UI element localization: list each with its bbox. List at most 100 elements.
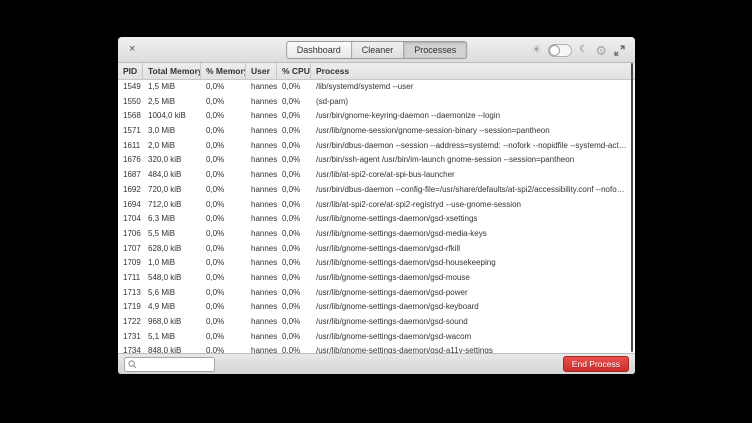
cell-total-memory: 2,0 MiB bbox=[143, 139, 201, 154]
table-row[interactable]: 1611 2,0 MiB 0,0% hannes 0,0% /usr/bin/d… bbox=[118, 139, 635, 154]
cell-cpu-percent: 0,0% bbox=[277, 183, 311, 198]
table-row[interactable]: 1706 5,5 MiB 0,0% hannes 0,0% /usr/lib/g… bbox=[118, 227, 635, 242]
table-row[interactable]: 1709 1,0 MiB 0,0% hannes 0,0% /usr/lib/g… bbox=[118, 256, 635, 271]
theme-toggle-switch[interactable] bbox=[548, 44, 572, 57]
process-search-field[interactable] bbox=[124, 357, 215, 372]
cell-process: /usr/lib/gnome-settings-daemon/gsd-house… bbox=[311, 256, 635, 271]
tab-cleaner[interactable]: Cleaner bbox=[352, 42, 405, 58]
table-row[interactable]: 1731 5,1 MiB 0,0% hannes 0,0% /usr/lib/g… bbox=[118, 330, 635, 345]
table-row[interactable]: 1711 548,0 kiB 0,0% hannes 0,0% /usr/lib… bbox=[118, 271, 635, 286]
end-process-button[interactable]: End Process bbox=[563, 356, 629, 372]
cell-cpu-percent: 0,0% bbox=[277, 256, 311, 271]
table-row[interactable]: 1713 5,6 MiB 0,0% hannes 0,0% /usr/lib/g… bbox=[118, 286, 635, 301]
column-header-user[interactable]: User bbox=[246, 63, 277, 79]
cell-total-memory: 1004,0 kiB bbox=[143, 109, 201, 124]
cell-process: /usr/lib/gnome-settings-daemon/gsd-xsett… bbox=[311, 212, 635, 227]
cell-total-memory: 320,0 kiB bbox=[143, 153, 201, 168]
cell-user: hannes bbox=[246, 271, 277, 286]
column-header-cpu-percent[interactable]: % CPU bbox=[277, 63, 311, 79]
cell-process: (sd-pam) bbox=[311, 95, 635, 110]
cell-cpu-percent: 0,0% bbox=[277, 227, 311, 242]
cell-process: /usr/lib/gnome-settings-daemon/gsd-keybo… bbox=[311, 300, 635, 315]
cell-process: /usr/lib/gnome-session/gnome-session-bin… bbox=[311, 124, 635, 139]
cell-mem-percent: 0,0% bbox=[201, 227, 246, 242]
cell-user: hannes bbox=[246, 242, 277, 257]
desktop-background: × Dashboard Cleaner Processes ☀ ☾ ⚙ bbox=[0, 0, 752, 423]
cell-cpu-percent: 0,0% bbox=[277, 139, 311, 154]
cell-cpu-percent: 0,0% bbox=[277, 168, 311, 183]
cell-user: hannes bbox=[246, 124, 277, 139]
table-row[interactable]: 1692 720,0 kiB 0,0% hannes 0,0% /usr/bin… bbox=[118, 183, 635, 198]
cell-total-memory: 484,0 kiB bbox=[143, 168, 201, 183]
toggle-knob bbox=[549, 45, 560, 56]
table-row[interactable]: 1550 2,5 MiB 0,0% hannes 0,0% (sd-pam) bbox=[118, 95, 635, 110]
settings-gear-button[interactable]: ⚙ bbox=[595, 44, 607, 57]
table-row[interactable]: 1707 628,0 kiB 0,0% hannes 0,0% /usr/lib… bbox=[118, 242, 635, 257]
table-row[interactable]: 1687 484,0 kiB 0,0% hannes 0,0% /usr/lib… bbox=[118, 168, 635, 183]
table-row[interactable]: 1676 320,0 kiB 0,0% hannes 0,0% /usr/bin… bbox=[118, 153, 635, 168]
vertical-scrollbar[interactable] bbox=[631, 63, 633, 352]
cell-pid: 1676 bbox=[118, 153, 143, 168]
cell-user: hannes bbox=[246, 344, 277, 353]
search-input[interactable] bbox=[140, 360, 210, 369]
cell-total-memory: 1,0 MiB bbox=[143, 256, 201, 271]
table-row[interactable]: 1694 712,0 kiB 0,0% hannes 0,0% /usr/lib… bbox=[118, 198, 635, 213]
cell-user: hannes bbox=[246, 139, 277, 154]
cell-cpu-percent: 0,0% bbox=[277, 124, 311, 139]
cell-process: /usr/lib/gnome-settings-daemon/gsd-rfkil… bbox=[311, 242, 635, 257]
headerbar: × Dashboard Cleaner Processes ☀ ☾ ⚙ bbox=[118, 37, 635, 63]
cell-cpu-percent: 0,0% bbox=[277, 344, 311, 353]
cell-cpu-percent: 0,0% bbox=[277, 80, 311, 95]
cell-pid: 1550 bbox=[118, 95, 143, 110]
cell-total-memory: 2,5 MiB bbox=[143, 95, 201, 110]
tab-dashboard[interactable]: Dashboard bbox=[287, 42, 352, 58]
table-row[interactable]: 1722 968,0 kiB 0,0% hannes 0,0% /usr/lib… bbox=[118, 315, 635, 330]
cell-pid: 1687 bbox=[118, 168, 143, 183]
cell-pid: 1719 bbox=[118, 300, 143, 315]
cell-total-memory: 548,0 kiB bbox=[143, 271, 201, 286]
cell-process: /usr/bin/dbus-daemon --session --address… bbox=[311, 139, 635, 154]
cell-pid: 1549 bbox=[118, 80, 143, 95]
column-header-total-memory[interactable]: Total Memory bbox=[143, 63, 201, 79]
cell-user: hannes bbox=[246, 153, 277, 168]
cell-user: hannes bbox=[246, 315, 277, 330]
table-row[interactable]: 1704 6,3 MiB 0,0% hannes 0,0% /usr/lib/g… bbox=[118, 212, 635, 227]
cell-user: hannes bbox=[246, 212, 277, 227]
cell-pid: 1568 bbox=[118, 109, 143, 124]
cell-cpu-percent: 0,0% bbox=[277, 153, 311, 168]
cell-user: hannes bbox=[246, 80, 277, 95]
table-row[interactable]: 1734 848,0 kiB 0,0% hannes 0,0% /usr/lib… bbox=[118, 344, 635, 353]
cell-user: hannes bbox=[246, 286, 277, 301]
table-row[interactable]: 1568 1004,0 kiB 0,0% hannes 0,0% /usr/bi… bbox=[118, 109, 635, 124]
cell-pid: 1694 bbox=[118, 198, 143, 213]
table-row[interactable]: 1719 4,9 MiB 0,0% hannes 0,0% /usr/lib/g… bbox=[118, 300, 635, 315]
cell-total-memory: 712,0 kiB bbox=[143, 198, 201, 213]
cell-cpu-percent: 0,0% bbox=[277, 212, 311, 227]
cell-mem-percent: 0,0% bbox=[201, 80, 246, 95]
cell-total-memory: 720,0 kiB bbox=[143, 183, 201, 198]
cell-total-memory: 5,6 MiB bbox=[143, 286, 201, 301]
fullscreen-expand-button[interactable] bbox=[614, 45, 625, 56]
table-row[interactable]: 1549 1,5 MiB 0,0% hannes 0,0% /lib/syste… bbox=[118, 80, 635, 95]
cell-process: /usr/bin/dbus-daemon --config-file=/usr/… bbox=[311, 183, 635, 198]
cell-process: /usr/lib/gnome-settings-daemon/gsd-mouse bbox=[311, 271, 635, 286]
tab-processes[interactable]: Processes bbox=[404, 42, 466, 58]
cell-process: /usr/bin/gnome-keyring-daemon --daemoniz… bbox=[311, 109, 635, 124]
cell-user: hannes bbox=[246, 300, 277, 315]
column-header-pid[interactable]: PID bbox=[118, 63, 143, 79]
cell-mem-percent: 0,0% bbox=[201, 330, 246, 345]
cell-cpu-percent: 0,0% bbox=[277, 95, 311, 110]
cell-pid: 1706 bbox=[118, 227, 143, 242]
cell-pid: 1571 bbox=[118, 124, 143, 139]
column-header-process[interactable]: Process bbox=[311, 63, 635, 79]
column-header-mem-percent[interactable]: % Memory bbox=[201, 63, 246, 79]
cell-cpu-percent: 0,0% bbox=[277, 286, 311, 301]
table-row[interactable]: 1571 3,0 MiB 0,0% hannes 0,0% /usr/lib/g… bbox=[118, 124, 635, 139]
cell-user: hannes bbox=[246, 168, 277, 183]
cell-pid: 1713 bbox=[118, 286, 143, 301]
window-close-button[interactable]: × bbox=[129, 44, 135, 55]
process-table-header: PID Total Memory % Memory User % CPU Pro… bbox=[118, 63, 635, 80]
cell-pid: 1704 bbox=[118, 212, 143, 227]
view-mode-switcher: Dashboard Cleaner Processes bbox=[286, 41, 468, 59]
search-icon bbox=[128, 360, 137, 369]
